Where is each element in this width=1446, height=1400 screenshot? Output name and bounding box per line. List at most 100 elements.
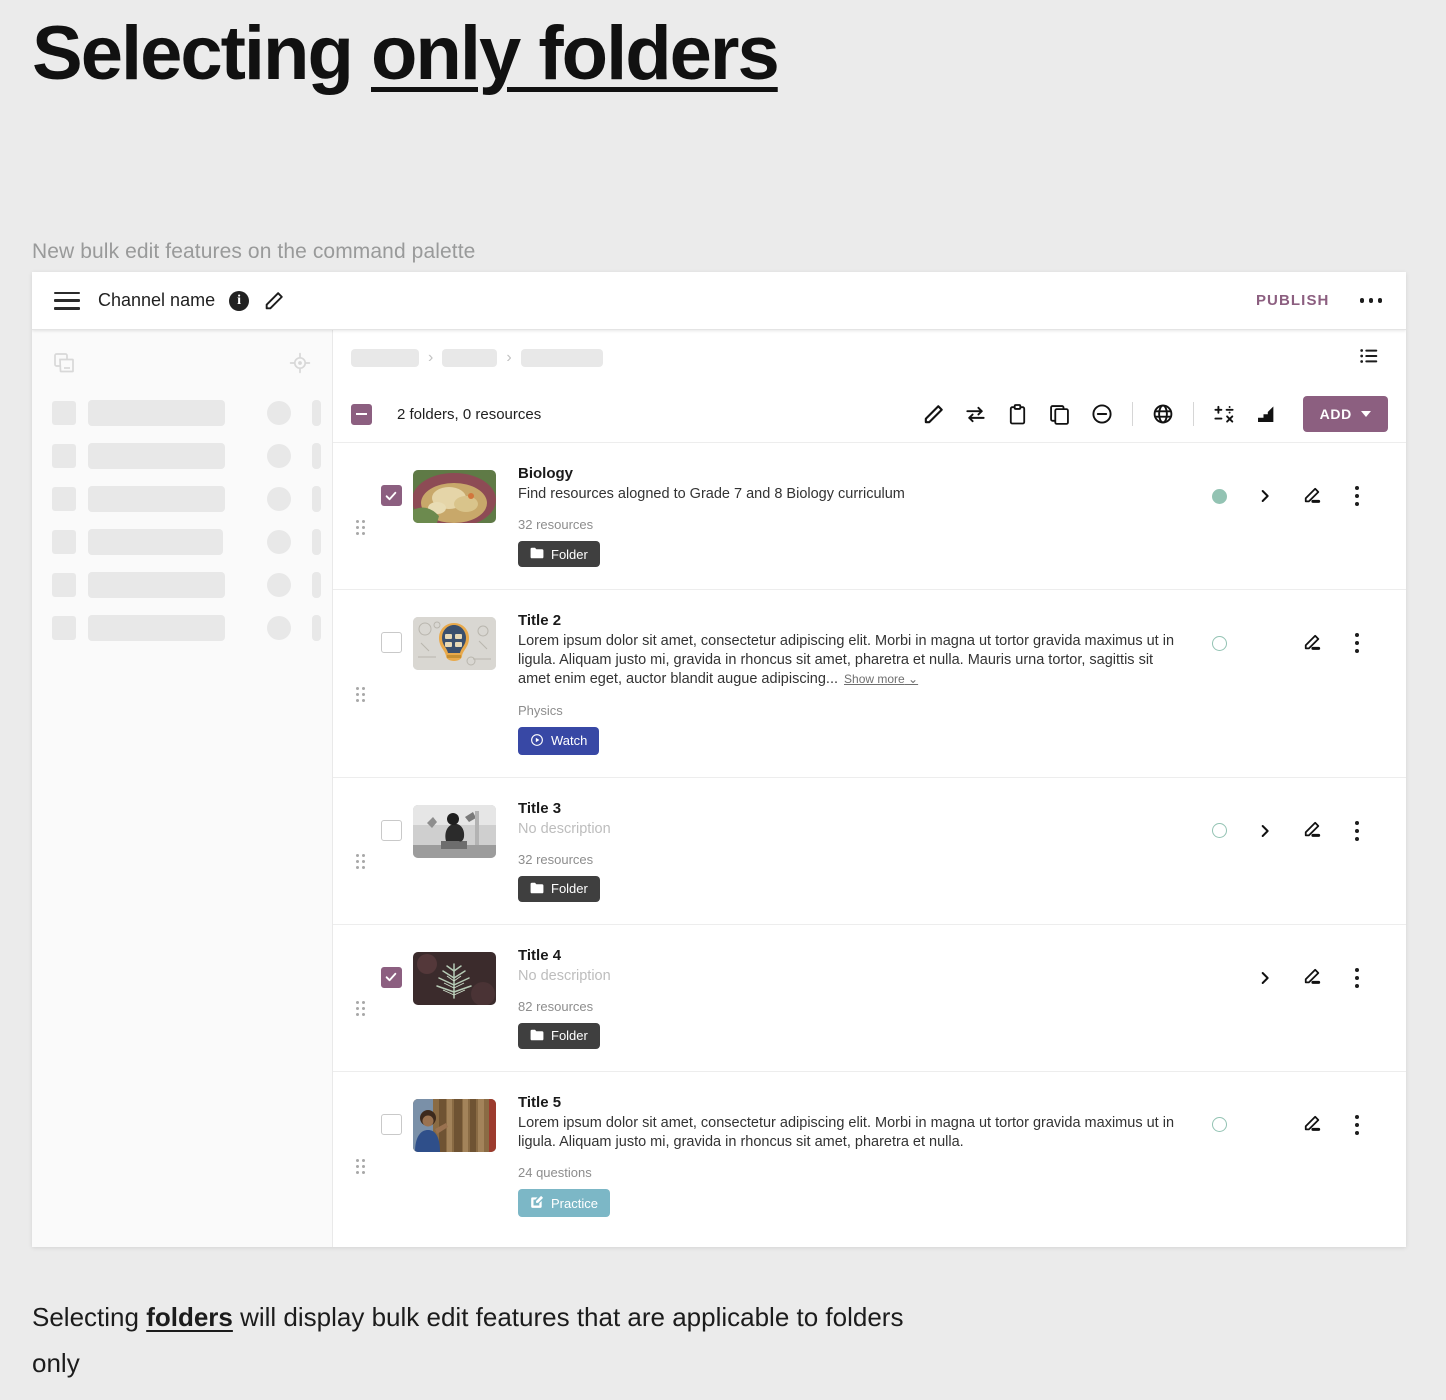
row-edit-icon[interactable] — [1288, 814, 1334, 848]
footnote-caption: Selecting folders will display bulk edit… — [32, 1295, 932, 1386]
row-description: Find resources alogned to Grade 7 and 8 … — [518, 486, 905, 502]
row-more-icon[interactable] — [1334, 1108, 1380, 1142]
drag-handle-icon[interactable] — [351, 465, 369, 567]
table-row[interactable]: Title 3 No description 32 resources Fold… — [333, 776, 1406, 924]
skeleton-action — [312, 400, 321, 426]
table-row[interactable]: Title 2 Lorem ipsum dolor sit amet, cons… — [333, 589, 1406, 777]
row-title: Title 5 — [518, 1093, 562, 1111]
row-edit-icon[interactable] — [1288, 626, 1334, 660]
row-checkbox[interactable] — [380, 485, 402, 506]
show-more-link[interactable]: Show more ⌄ — [844, 672, 918, 686]
row-meta: 32 resources — [518, 517, 594, 533]
publish-button[interactable]: PUBLISH — [1256, 292, 1330, 309]
target-locate-icon[interactable] — [288, 351, 312, 380]
row-title: Title 4 — [518, 946, 562, 964]
row-checkbox[interactable] — [380, 966, 402, 988]
expand-chevron-placeholder — [1242, 626, 1288, 660]
drag-handle-icon[interactable] — [351, 800, 369, 902]
row-checkbox[interactable] — [380, 1113, 402, 1135]
move-icon[interactable] — [955, 393, 997, 435]
breadcrumb-item[interactable] — [351, 349, 419, 367]
list-item — [52, 572, 321, 598]
more-horizontal-icon[interactable] — [1358, 292, 1385, 309]
thumbnail — [413, 804, 496, 858]
row-checkbox-cell — [369, 465, 413, 567]
clipboard-icon[interactable] — [997, 393, 1039, 435]
row-meta: 32 resources — [518, 851, 594, 867]
list-view-icon[interactable] — [1358, 345, 1380, 372]
sidebar-panel — [32, 330, 333, 1247]
row-more-icon[interactable] — [1334, 479, 1380, 513]
row-checkbox-cell — [369, 800, 413, 902]
skeleton-action — [312, 443, 321, 469]
hamburger-icon[interactable] — [54, 291, 80, 310]
skeleton-thumb — [52, 530, 76, 554]
row-more-icon[interactable] — [1334, 961, 1380, 995]
row-edit-icon[interactable] — [1288, 961, 1334, 995]
row-actions — [1196, 947, 1380, 1049]
math-icon[interactable] — [1203, 393, 1245, 435]
skeleton-avatar — [267, 573, 291, 597]
status-dot — [1196, 1108, 1242, 1142]
row-more-icon[interactable] — [1334, 626, 1380, 660]
row-content: Title 2 Lorem ipsum dolor sit amet, cons… — [518, 612, 1196, 755]
globe-icon[interactable] — [1142, 393, 1184, 435]
breadcrumb-item[interactable] — [442, 349, 498, 367]
edit-icon[interactable] — [913, 393, 955, 435]
list-item — [52, 486, 321, 512]
expand-chevron-icon[interactable] — [1242, 814, 1288, 848]
selection-count-label: 2 folders, 0 resources — [397, 405, 542, 423]
row-title: Title 3 — [518, 799, 562, 817]
row-actions — [1196, 465, 1380, 567]
chevron-right-icon: › — [506, 349, 512, 366]
skeleton-action — [312, 572, 321, 598]
copy-icon[interactable] — [1039, 393, 1081, 435]
skeleton-label — [88, 529, 223, 555]
badge-label: Watch — [551, 733, 588, 748]
table-row[interactable]: Title 4 No description 82 resources Fold… — [333, 923, 1406, 1071]
collapse-all-icon[interactable] — [52, 351, 76, 380]
row-more-icon[interactable] — [1334, 814, 1380, 848]
row-description: Lorem ipsum dolor sit amet, consectetur … — [518, 1114, 1175, 1150]
breadcrumb-item[interactable] — [520, 349, 603, 367]
skeleton-thumb — [52, 401, 76, 425]
skeleton-label — [88, 400, 225, 426]
bulk-actions: ADD — [913, 393, 1388, 435]
folder-icon — [530, 547, 544, 561]
expand-chevron-icon[interactable] — [1242, 479, 1288, 513]
breadcrumb: › › — [333, 330, 1406, 386]
list-item — [52, 529, 321, 555]
skeleton-action — [312, 486, 321, 512]
skeleton-action — [312, 529, 321, 555]
info-icon[interactable]: i — [229, 290, 250, 311]
chevron-right-icon: › — [428, 349, 434, 366]
toolbar-divider — [1131, 402, 1133, 426]
level-icon[interactable] — [1245, 393, 1287, 435]
page-root: Selecting only folders New bulk edit fea… — [0, 0, 1446, 1400]
row-content: Biology Find resources alogned to Grade … — [518, 465, 1196, 568]
row-edit-icon[interactable] — [1288, 479, 1334, 513]
status-badge: Folder — [518, 541, 600, 568]
status-badge: Folder — [518, 1022, 600, 1049]
select-all-checkbox[interactable] — [351, 403, 372, 425]
skeleton-label — [88, 486, 225, 512]
channel-name-label: Channel name — [98, 290, 216, 310]
row-checkbox[interactable] — [380, 632, 402, 654]
row-content: Title 3 No description 32 resources Fold… — [518, 800, 1196, 902]
add-button[interactable]: ADD — [1302, 396, 1388, 432]
drag-handle-icon[interactable] — [351, 612, 369, 754]
pencil-icon[interactable] — [263, 290, 285, 312]
app-toolbar-right: PUBLISH — [1256, 292, 1384, 309]
footnote-bold: folders — [146, 1302, 233, 1332]
section-caption: New bulk edit features on the command pa… — [32, 240, 476, 263]
table-row[interactable]: Biology Find resources alogned to Grade … — [333, 442, 1406, 590]
drag-handle-icon[interactable] — [351, 947, 369, 1049]
remove-icon[interactable] — [1081, 393, 1123, 435]
skeleton-label — [88, 443, 225, 469]
row-edit-icon[interactable] — [1288, 1108, 1334, 1142]
row-checkbox[interactable] — [380, 819, 402, 841]
drag-handle-icon[interactable] — [351, 1094, 369, 1217]
expand-chevron-icon[interactable] — [1242, 961, 1288, 995]
table-row[interactable]: Title 5 Lorem ipsum dolor sit amet, cons… — [333, 1070, 1406, 1239]
resource-list: Biology Find resources alogned to Grade … — [333, 442, 1406, 1247]
